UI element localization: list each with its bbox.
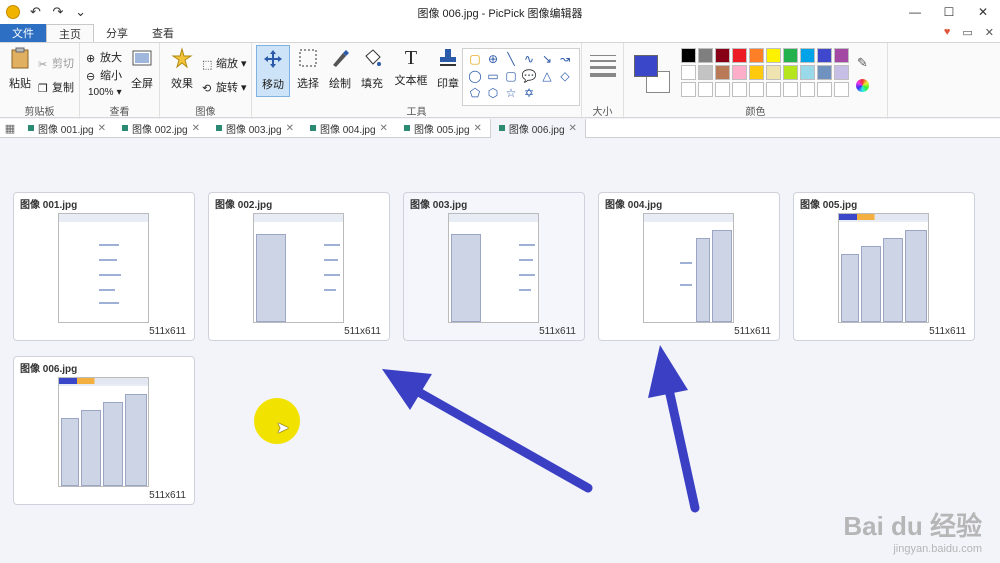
watermark-brand: Bai du 经验	[843, 511, 982, 541]
mouse-cursor-icon: ➤	[276, 420, 290, 437]
watermark: Bai du 经验 jingyan.baidu.com	[843, 506, 982, 555]
annotation-arrows	[382, 345, 700, 513]
annotation-arrow-right	[648, 345, 700, 513]
watermark-url: jingyan.baidu.com	[893, 543, 982, 555]
annotation-arrow-left	[382, 369, 593, 493]
